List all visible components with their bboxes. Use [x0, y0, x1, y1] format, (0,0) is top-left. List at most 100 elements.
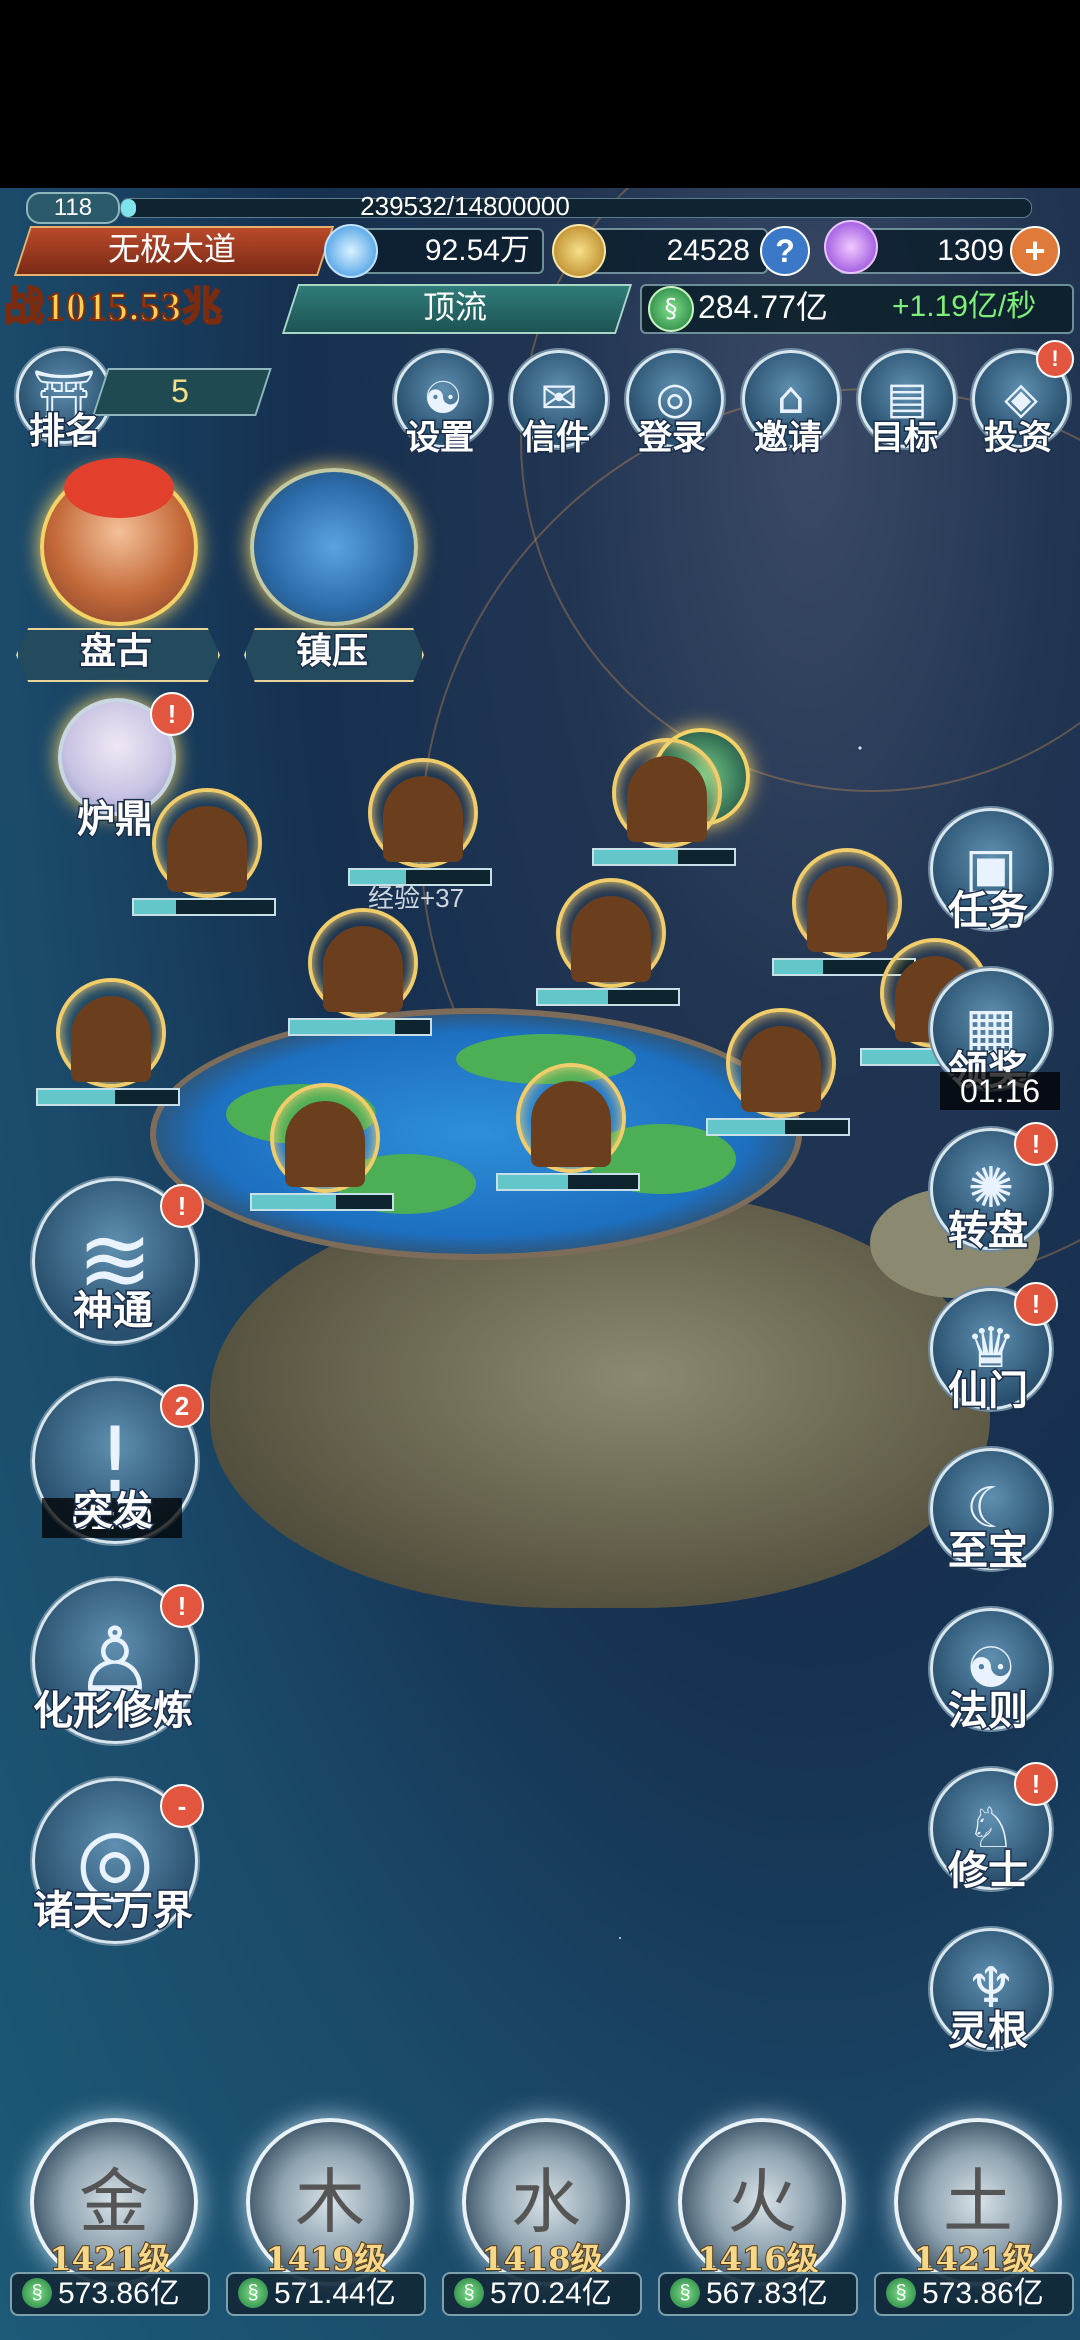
suppress-label[interactable]: 镇压 [244, 626, 420, 676]
cultivator-body [71, 996, 151, 1082]
spirit-stone-icon: § [238, 2278, 268, 2309]
cultivator-body [531, 1081, 611, 1167]
pangu-hair-icon [64, 458, 174, 518]
element-value: 573.86亿 [922, 2277, 1044, 2310]
left-button-label: 化形修炼 [32, 1686, 195, 1736]
spirit-stone-icon: § [648, 286, 694, 332]
player-level[interactable]: 118 [26, 192, 120, 224]
purple-flame-icon [824, 220, 878, 274]
cultivator-statue[interactable] [152, 788, 262, 898]
element-value: 571.44亿 [274, 2277, 396, 2310]
cultivator-statue[interactable] [726, 1008, 836, 1118]
spirit-stone-icon: § [670, 2278, 700, 2309]
top-button-label: 目标 [869, 417, 940, 460]
right-button-badge: ! [1014, 1282, 1058, 1326]
cultivator-progress-fill [774, 960, 823, 974]
cultivator-statue[interactable] [308, 908, 418, 1018]
right-button-label: 至宝 [947, 1526, 1030, 1576]
cultivator-statue[interactable] [270, 1083, 380, 1193]
right-button-timer: 01:16 [940, 1072, 1060, 1110]
gold-mask-icon [552, 224, 606, 278]
element-value-box: § 570.24亿 [442, 2272, 642, 2316]
add-resource-icon[interactable]: + [1010, 226, 1060, 276]
element-value-box: § 573.86亿 [874, 2272, 1074, 2316]
right-button-label: 修士 [947, 1846, 1030, 1896]
cultivator-statue[interactable] [368, 758, 478, 868]
cultivator-progress-fill [594, 850, 678, 864]
cultivator-progress-bar [348, 868, 492, 886]
cultivator-progress-fill [538, 990, 608, 1004]
right-button-label: 仙门 [947, 1366, 1030, 1416]
cultivator-progress-fill [498, 1175, 568, 1189]
left-button-label: 诸天万界 [32, 1886, 195, 1936]
game-screen: 239532/14800000 118 无极大道 92.54万 24528 ? … [0, 188, 1080, 2340]
power-value: 1015.53兆 [44, 283, 223, 330]
cultivator-progress-bar [706, 1118, 850, 1136]
cultivator-progress-fill [708, 1120, 785, 1134]
spirit-stone-icon: § [454, 2278, 484, 2309]
cultivator-progress-bar [288, 1018, 432, 1036]
furnace-badge: ! [150, 692, 194, 736]
cultivator-body [627, 756, 707, 842]
pangu-label[interactable]: 盘古 [16, 626, 216, 676]
cultivator-body [571, 896, 651, 982]
left-button-label: 突发 [72, 1486, 155, 1536]
player-title[interactable]: 无极大道 [22, 226, 322, 272]
cultivator-progress-bar [536, 988, 680, 1006]
element-value-box: § 573.86亿 [10, 2272, 210, 2316]
element-value-box: § 571.44亿 [226, 2272, 426, 2316]
top-button-label: 设置 [405, 417, 476, 460]
top-button-label: 信件 [521, 417, 592, 460]
right-button-label: 灵根 [947, 2006, 1030, 2056]
top-button-label: 登录 [637, 417, 708, 460]
element-value: 567.83亿 [706, 2277, 828, 2310]
cultivator-body [807, 866, 887, 952]
xp-text: 239532/14800000 [360, 191, 570, 221]
top-button-badge: ! [1036, 340, 1074, 378]
element-value: 570.24亿 [490, 2277, 612, 2310]
spirit-stone-icon: § [22, 2278, 52, 2309]
power-prefix: 战 [3, 283, 45, 330]
cultivator-statue[interactable] [516, 1063, 626, 1173]
resource-water-value: 92.54万 [424, 234, 530, 267]
suppress-portrait[interactable] [250, 468, 418, 626]
left-button-badge: - [160, 1784, 204, 1828]
top-button-label: 邀请 [753, 417, 824, 460]
world-disc [150, 1008, 802, 1260]
spirit-stone-icon: § [886, 2278, 916, 2309]
rank-title[interactable]: 顶流 [290, 284, 620, 330]
resource-purple-value: 1309 [937, 234, 1004, 267]
cultivator-progress-fill [252, 1195, 336, 1209]
ranking-label: 排名 [27, 409, 102, 454]
cultivator-progress-bar [132, 898, 276, 916]
cultivator-statue[interactable] [556, 878, 666, 988]
cultivator-progress-fill [350, 870, 406, 884]
cultivator-progress-bar [250, 1193, 394, 1211]
cultivator-progress-bar [592, 848, 736, 866]
resource-gold-value: 24528 [666, 234, 750, 267]
cultivator-progress-bar [496, 1173, 640, 1191]
right-button-label: 任务 [947, 886, 1030, 936]
help-icon[interactable]: ? [760, 226, 810, 276]
top-button-label: 投资 [983, 417, 1054, 460]
cultivator-progress-fill [134, 900, 176, 914]
cultivator-statue[interactable] [56, 978, 166, 1088]
spirit-rate: +1.19亿/秒 [892, 290, 1037, 323]
cultivator-body [167, 806, 247, 892]
right-button-badge: ! [1014, 1122, 1058, 1166]
right-button-badge: ! [1014, 1762, 1058, 1806]
spirit-value: 284.77亿 [698, 289, 828, 325]
cultivator-statue[interactable] [612, 738, 722, 848]
cultivator-body [741, 1026, 821, 1112]
left-button-label: 神通 [72, 1286, 155, 1336]
ranking-value: 5 [171, 373, 189, 409]
cultivator-progress-fill [38, 1090, 115, 1104]
cultivator-body [323, 926, 403, 1012]
pangu-portrait[interactable] [40, 458, 198, 626]
cultivator-body [285, 1101, 365, 1187]
right-button-label: 转盘 [947, 1206, 1030, 1256]
right-button-label: 法则 [947, 1686, 1030, 1736]
left-button-badge: ! [160, 1184, 204, 1228]
left-button-badge: 2 [160, 1384, 204, 1428]
element-value-box: § 567.83亿 [658, 2272, 858, 2316]
